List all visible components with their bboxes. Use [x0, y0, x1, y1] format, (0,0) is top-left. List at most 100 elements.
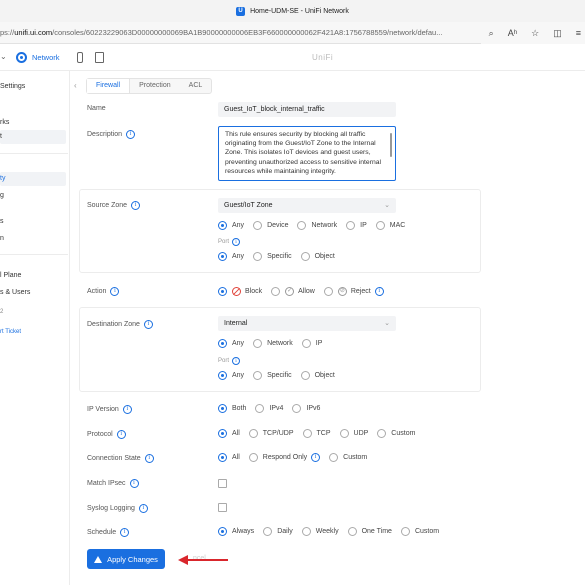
source-port-label: Port i [218, 238, 241, 246]
radio-action-block[interactable]: Block [218, 287, 262, 296]
radio-action-allow[interactable]: ✓ Allow [271, 287, 315, 296]
radio-source-port-any[interactable]: Any [218, 252, 244, 261]
ip-version-label: IP Version i [87, 405, 132, 414]
sidebar-item-internet[interactable]: t [0, 133, 2, 140]
match-ipsec-checkbox[interactable] [218, 479, 227, 488]
info-icon[interactable]: i [374, 287, 384, 296]
sidebar-divider [0, 153, 68, 154]
check-icon: ✓ [285, 287, 295, 296]
info-icon[interactable]: i [131, 201, 141, 210]
destination-zone-select[interactable]: Internal ⌄ [218, 316, 396, 331]
radio-state-respond-only[interactable]: Respond Only i [248, 453, 321, 462]
radio-source-port-specific[interactable]: Specific [253, 252, 292, 261]
connection-state-radios: All Respond Only i Custom [218, 453, 376, 462]
radio-destination-port-object[interactable]: Object [300, 371, 335, 380]
favorites-bar-icon[interactable]: ≡ [576, 28, 581, 38]
textarea-scrollbar[interactable] [390, 133, 392, 157]
sidebar-item-support-ticket[interactable]: rt Ticket [0, 329, 21, 335]
window-title: Home-UDM-SE - UniFi Network [250, 7, 349, 15]
protocol-radios: All TCP/UDP TCP UDP Custom [218, 429, 424, 438]
info-icon[interactable]: i [122, 405, 132, 414]
radio-destination-ip[interactable]: IP [301, 339, 322, 348]
tab-acl[interactable]: ACL [180, 79, 212, 93]
info-icon[interactable]: i [144, 454, 154, 463]
back-chevron-icon[interactable]: ‹ [74, 81, 84, 93]
radio-state-custom[interactable]: Custom [329, 453, 367, 462]
info-icon[interactable]: i [232, 238, 241, 246]
tab-firewall[interactable]: Firewall [87, 79, 131, 93]
info-icon[interactable]: i [232, 357, 241, 365]
radio-state-all[interactable]: All [218, 453, 240, 462]
warning-icon [94, 555, 103, 563]
radio-source-any[interactable]: Any [218, 221, 244, 230]
reject-icon: ⊘ [337, 287, 347, 296]
action-label: Action i [87, 287, 120, 296]
radio-schedule-custom[interactable]: Custom [400, 527, 439, 536]
sidebar-item-admins-users[interactable]: s & Users [0, 289, 30, 296]
radio-destination-network[interactable]: Network [253, 339, 293, 348]
radio-schedule-weekly[interactable]: Weekly [301, 527, 339, 536]
clipboard-icon[interactable] [95, 52, 104, 63]
destination-port-label: Port i [218, 357, 241, 365]
info-icon[interactable]: i [143, 320, 153, 329]
radio-schedule-one-time[interactable]: One Time [347, 527, 392, 536]
sidebar-item-system[interactable]: n [0, 235, 4, 242]
sidebar-item-routing[interactable]: g [0, 192, 4, 199]
sidebar-item-security[interactable]: ty [0, 175, 5, 182]
radio-ipv4[interactable]: IPv4 [255, 404, 283, 413]
network-app-icon[interactable] [16, 52, 27, 63]
sidebar-item-vpns[interactable]: s [0, 218, 4, 225]
radio-ip-both[interactable]: Both [218, 404, 246, 413]
info-icon[interactable]: i [110, 287, 120, 296]
ip-version-radios: Both IPv4 IPv6 [218, 404, 329, 413]
source-zone-select[interactable]: Guest/IoT Zone ⌄ [218, 198, 396, 213]
url-text[interactable]: ps://unifi.ui.com/consoles/60223229063D0… [0, 28, 442, 37]
info-icon[interactable]: i [116, 430, 126, 439]
radio-protocol-tcp[interactable]: TCP [302, 429, 331, 438]
radio-protocol-custom[interactable]: Custom [377, 429, 415, 438]
sidebar-item-settings[interactable]: Settings [0, 83, 25, 90]
radio-source-mac[interactable]: MAC [375, 221, 405, 230]
network-app-label[interactable]: Network [32, 53, 60, 62]
radio-protocol-udp[interactable]: UDP [339, 429, 368, 438]
name-input[interactable]: Guest_IoT_block_internal_traffic [218, 102, 396, 117]
radio-source-ip[interactable]: IP [346, 221, 367, 230]
description-textarea[interactable]: This rule ensures security by blocking a… [218, 126, 396, 181]
split-screen-icon[interactable]: ◫ [553, 28, 562, 39]
radio-destination-any[interactable]: Any [218, 339, 244, 348]
info-icon[interactable]: i [311, 453, 321, 462]
sidebar-divider [0, 254, 68, 255]
apply-changes-button[interactable]: Apply Changes [87, 549, 165, 569]
syslog-logging-checkbox[interactable] [218, 503, 227, 512]
radio-ipv6[interactable]: IPv6 [292, 404, 320, 413]
policy-tabs: Firewall Protection ACL [86, 78, 213, 94]
address-bar[interactable]: ps://unifi.ui.com/consoles/60223229063D0… [0, 22, 585, 44]
tab-protection[interactable]: Protection [130, 79, 180, 93]
read-aloud-icon[interactable]: Aʰ [508, 28, 517, 38]
radio-schedule-always[interactable]: Always [218, 527, 254, 536]
sidebar-item-control-plane[interactable]: l Plane [0, 272, 21, 279]
sidebar-item-networks[interactable]: rks [0, 119, 9, 126]
favorite-star-icon[interactable]: ☆ [531, 28, 539, 39]
chevron-down-icon[interactable]: ⌄ [0, 52, 7, 61]
info-icon[interactable]: i [120, 528, 130, 537]
radio-source-device[interactable]: Device [253, 221, 288, 230]
zoom-icon[interactable]: ⌕ [489, 28, 494, 39]
radio-protocol-all[interactable]: All [218, 429, 240, 438]
radio-protocol-tcpudp[interactable]: TCP/UDP [248, 429, 294, 438]
radio-destination-port-specific[interactable]: Specific [253, 371, 292, 380]
schedule-label: Schedule i [87, 528, 130, 537]
info-icon[interactable]: i [126, 130, 136, 139]
radio-source-network[interactable]: Network [297, 221, 337, 230]
radio-action-reject[interactable]: ⊘ Reject i [323, 287, 384, 296]
radio-destination-port-any[interactable]: Any [218, 371, 244, 380]
radio-schedule-daily[interactable]: Daily [263, 527, 293, 536]
info-icon[interactable]: i [138, 504, 148, 513]
action-radios: Block ✓ Allow ⊘ Reject i [218, 287, 393, 296]
sidebar-active-highlight [0, 172, 66, 186]
info-icon[interactable]: i [129, 479, 139, 488]
chevron-down-icon: ⌄ [384, 320, 390, 327]
device-icon[interactable] [77, 52, 83, 63]
sidebar: Settings rks t ty g s n l Plane s & User… [0, 71, 70, 585]
radio-source-port-object[interactable]: Object [300, 252, 335, 261]
